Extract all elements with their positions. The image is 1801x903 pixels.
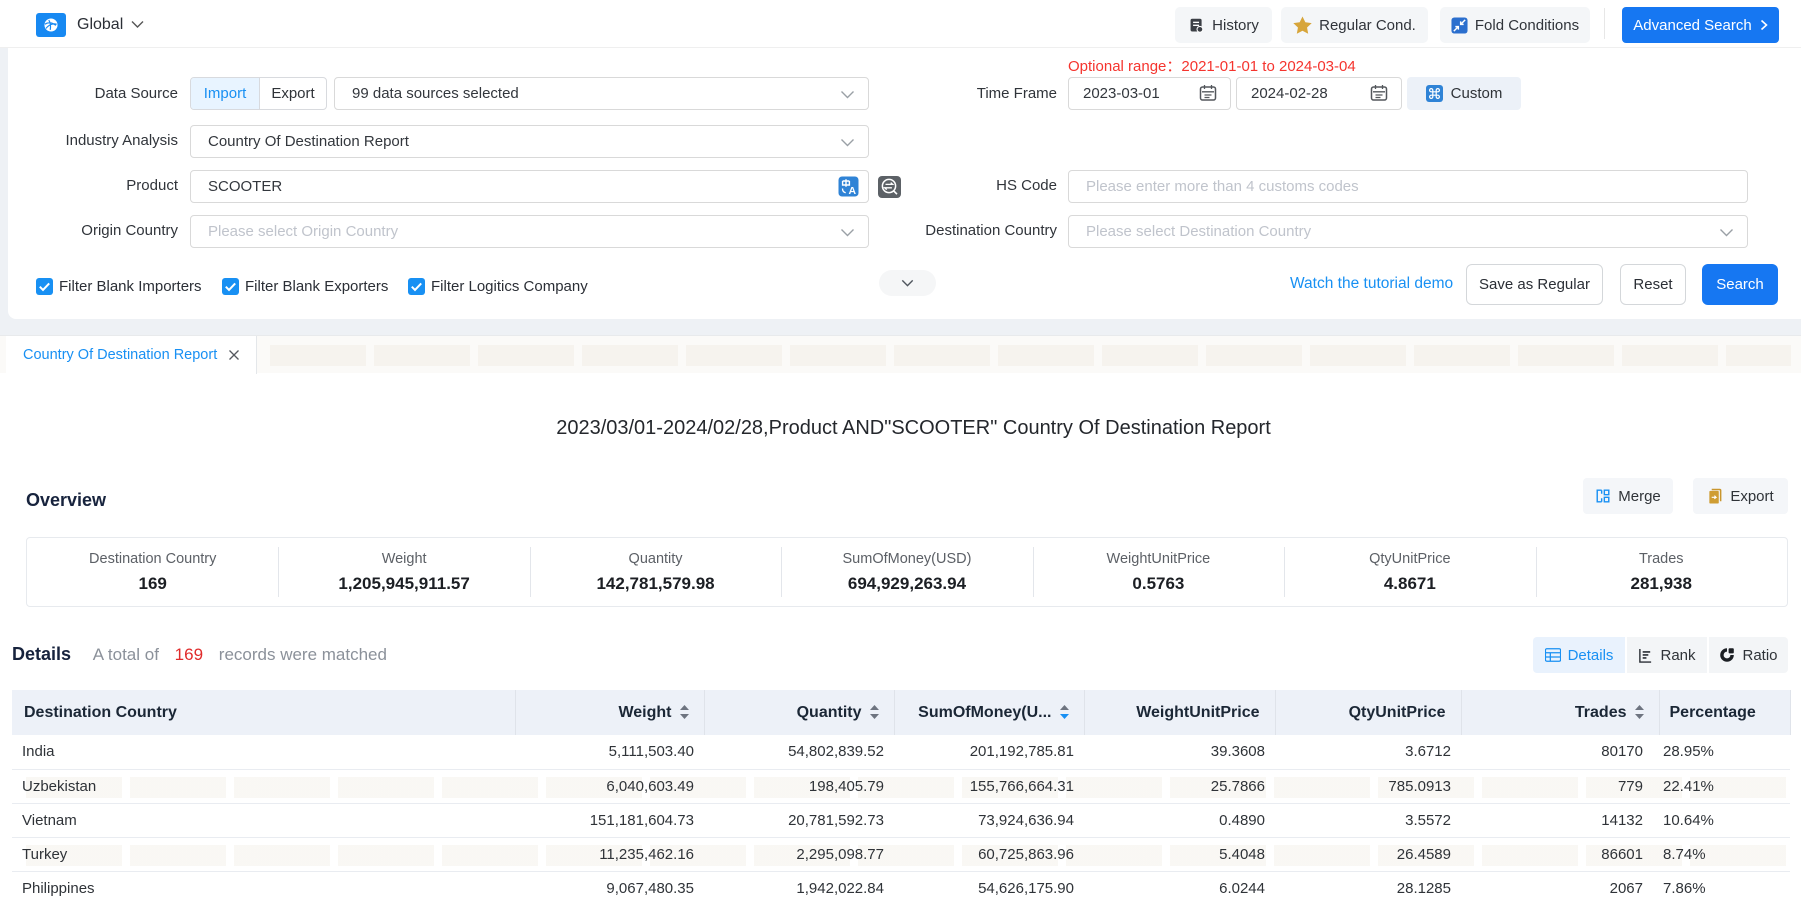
svg-text:A: A (849, 185, 857, 197)
